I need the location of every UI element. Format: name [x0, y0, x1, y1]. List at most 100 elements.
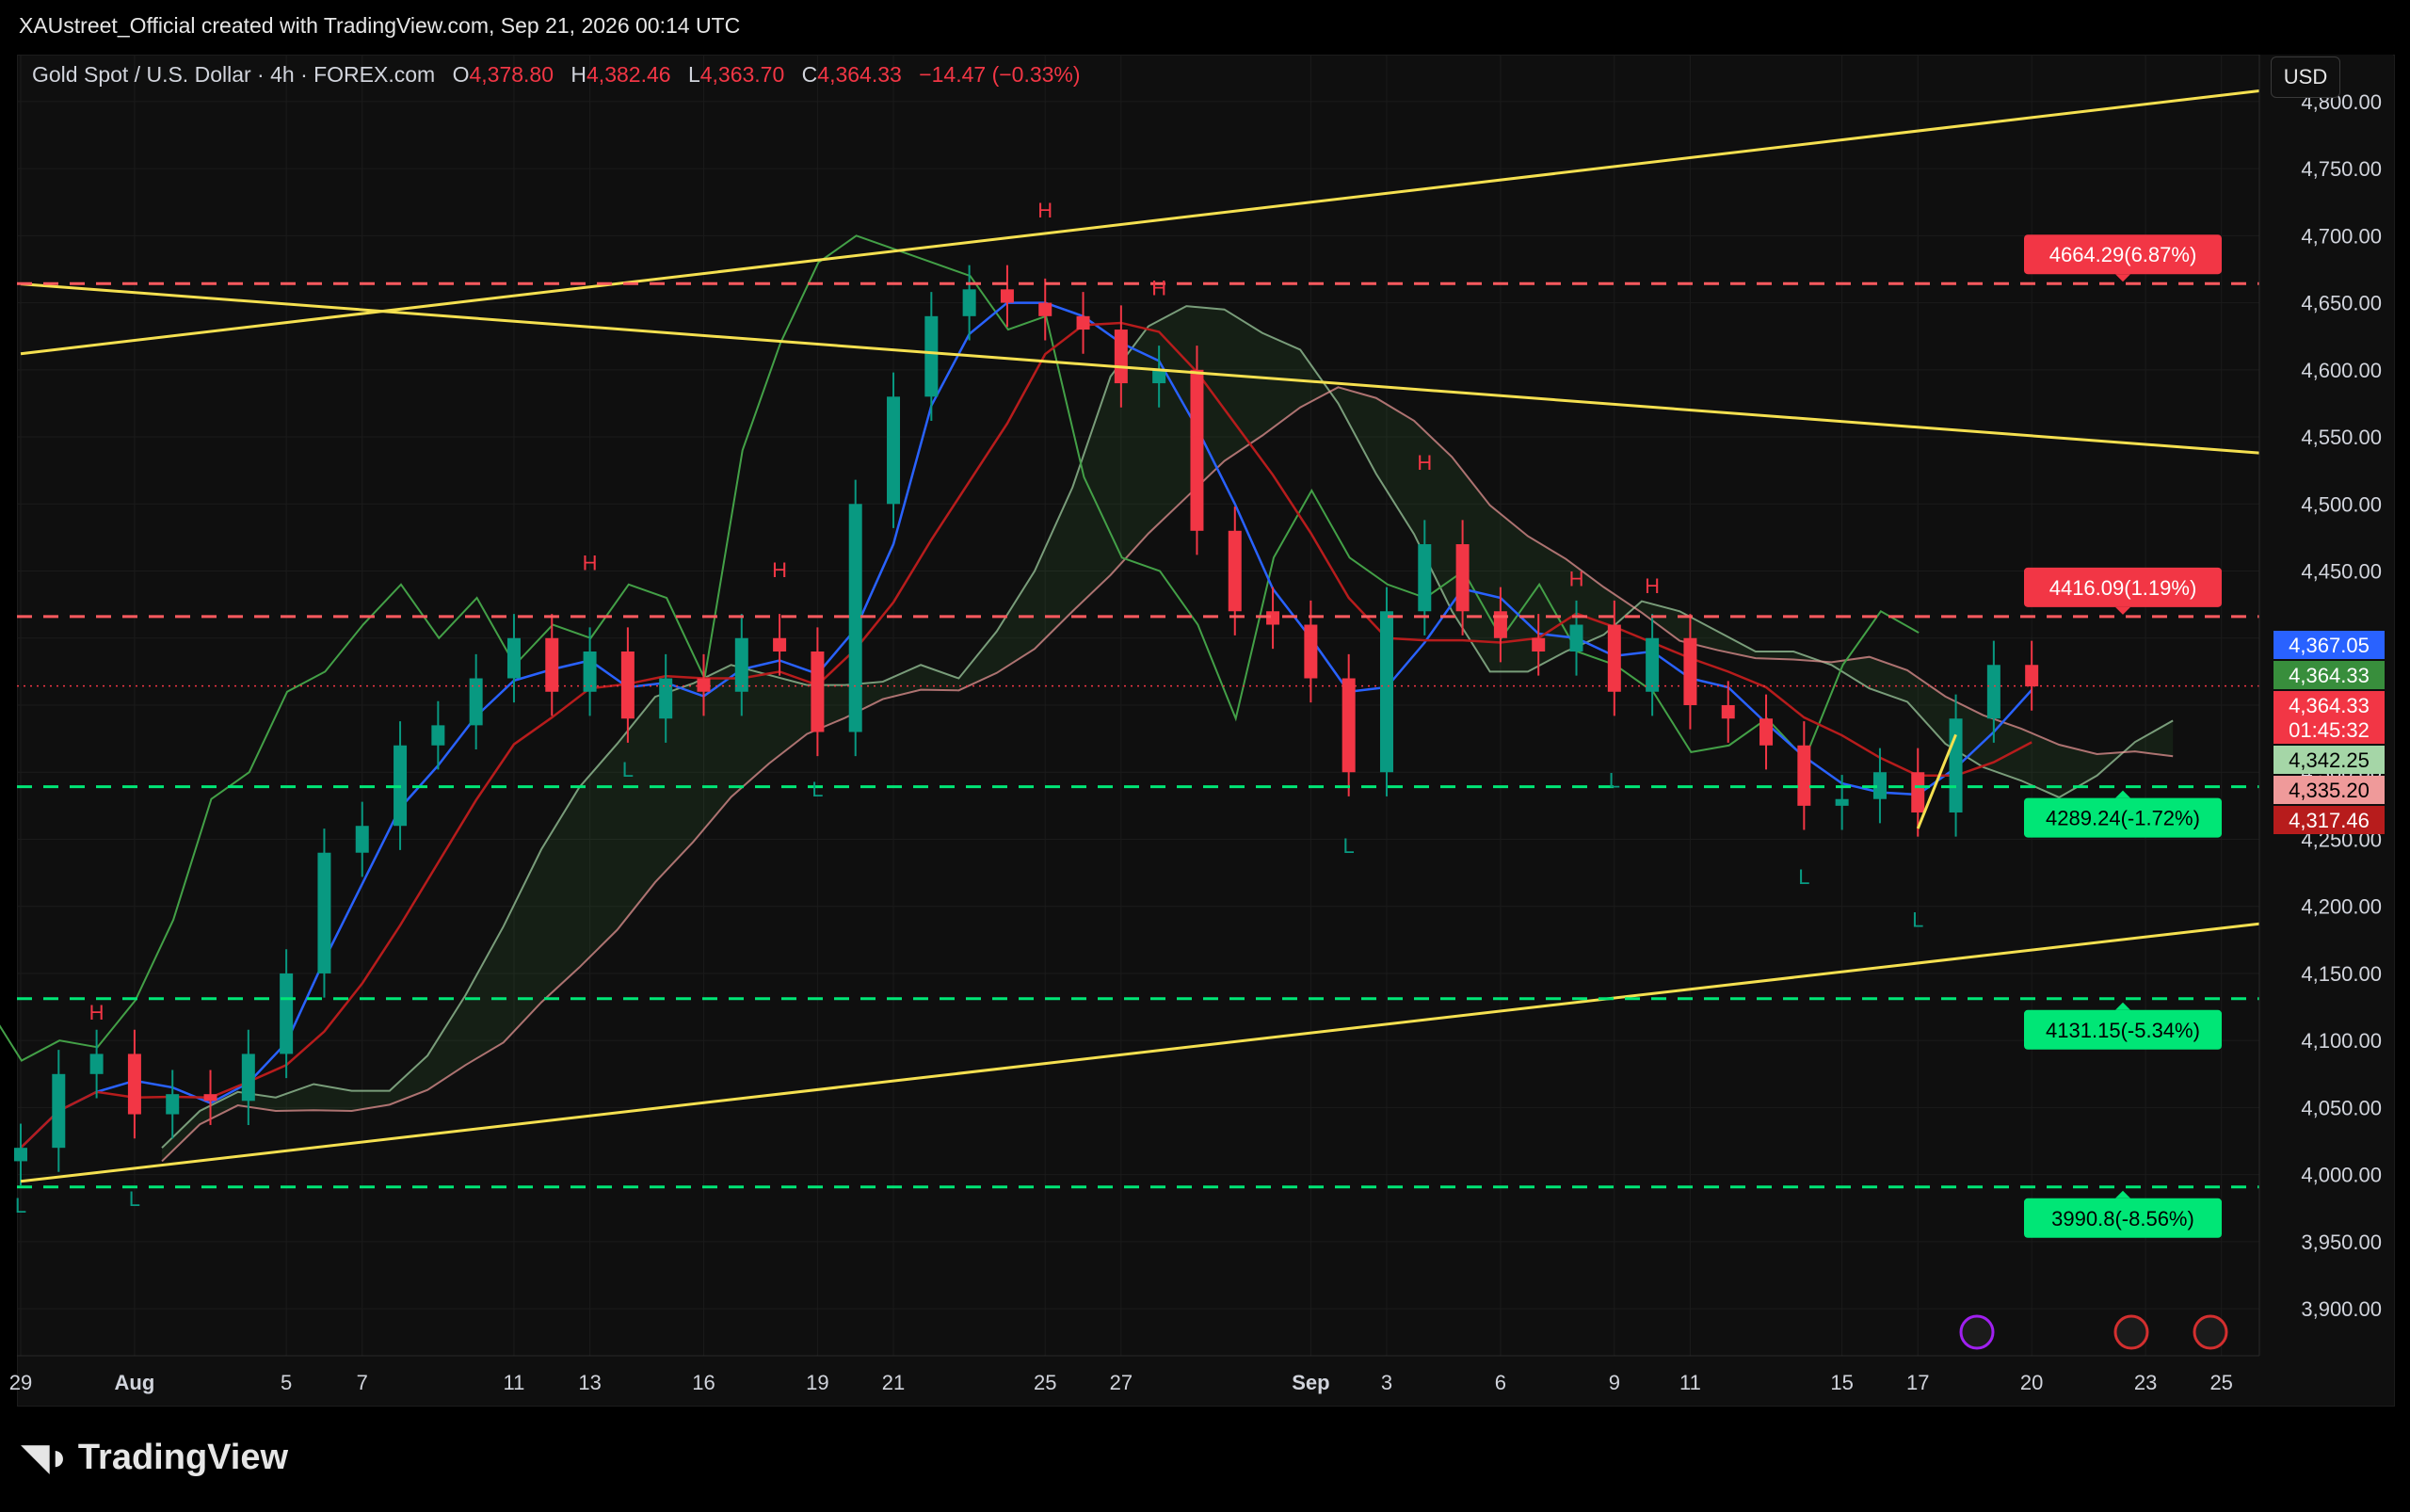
price-level-arrow — [2115, 274, 2130, 282]
candle-body — [811, 651, 825, 732]
x-tick-label: 9 — [1609, 1371, 1620, 1394]
y-tick-label: 4,100.00 — [2301, 1029, 2382, 1053]
candle-body — [1911, 772, 1925, 812]
x-tick-label: 23 — [2134, 1371, 2157, 1394]
price-level-arrow — [2115, 606, 2130, 615]
candle-body — [127, 1054, 141, 1115]
price-tag-label: 4,364.33 — [2289, 694, 2370, 717]
candle-body — [697, 678, 711, 692]
price-tag-label: 4,335.20 — [2289, 779, 2370, 802]
y-tick-label: 4,150.00 — [2301, 962, 2382, 986]
open-value: 4,378.80 — [469, 62, 554, 87]
candle-body — [1569, 624, 1583, 652]
price-tag-label: 4,342.25 — [2289, 748, 2370, 772]
candle-body — [1228, 530, 1242, 612]
y-tick-label: 4,000.00 — [2301, 1164, 2382, 1187]
change-value: −14.47 (−0.33%) — [919, 62, 1081, 87]
y-tick-label: 4,450.00 — [2301, 560, 2382, 584]
kijun-line — [20, 321, 2032, 1150]
x-tick-label: 15 — [1830, 1371, 1853, 1394]
pivot-low-marker: L — [1798, 865, 1809, 889]
price-level-label: 4664.29(6.87%) — [2049, 243, 2197, 266]
chikou-span — [0, 234, 1920, 1062]
x-tick-label: 25 — [2209, 1371, 2232, 1394]
x-tick-label: 16 — [692, 1371, 715, 1394]
y-tick-label: 3,950.00 — [2301, 1231, 2382, 1254]
close-label: C — [801, 62, 818, 87]
candle-body — [1342, 678, 1356, 773]
candle-body — [1797, 745, 1811, 806]
high-label: H — [570, 62, 587, 87]
pivot-high-marker: H — [772, 558, 787, 582]
candle-body — [431, 725, 445, 746]
x-tick-label: 11 — [1679, 1371, 1701, 1394]
x-tick-label: 29 — [9, 1371, 32, 1394]
x-tick-label: 17 — [1906, 1371, 1929, 1394]
y-tick-label: 3,900.00 — [2301, 1297, 2382, 1321]
candle-body — [1607, 624, 1621, 692]
y-tick-label: 4,500.00 — [2301, 492, 2382, 516]
brand-name: TradingView — [77, 1437, 289, 1477]
y-tick-label: 4,700.00 — [2301, 224, 2382, 248]
price-tag-label: 4,317.46 — [2289, 809, 2370, 832]
pivot-high-marker: H — [1645, 574, 1660, 598]
candle-body — [1646, 637, 1660, 692]
currency-button[interactable]: USD — [2271, 56, 2340, 98]
us-flag-event-icon — [2113, 1314, 2149, 1350]
pivot-high-marker: H — [583, 552, 598, 575]
x-tick-label: 6 — [1495, 1371, 1506, 1394]
candle-body — [1190, 369, 1204, 531]
x-tick-label: 7 — [357, 1371, 368, 1394]
candle-body — [52, 1073, 66, 1149]
x-tick-label: 13 — [578, 1371, 601, 1394]
candle-body — [89, 1054, 104, 1074]
candle-body — [1683, 637, 1697, 705]
x-tick-label: 27 — [1110, 1371, 1133, 1394]
candle-body — [734, 637, 748, 692]
candle-body — [1418, 544, 1432, 612]
pivot-low-marker: L — [1609, 768, 1620, 792]
pivot-high-marker: H — [1037, 199, 1052, 222]
tradingview-logo[interactable]: ◥◗ TradingView — [21, 1436, 288, 1479]
x-tick-label: 25 — [1034, 1371, 1056, 1394]
price-tag-label: 4,364.33 — [2289, 664, 2370, 687]
x-tick-label: Sep — [1292, 1371, 1329, 1394]
open-label: O — [452, 62, 470, 87]
candle-body — [14, 1148, 27, 1162]
pivot-low-marker: L — [1343, 834, 1355, 858]
symbol-legend: Gold Spot / U.S. Dollar · 4h · FOREX.com… — [32, 62, 1081, 88]
candle-body — [887, 396, 901, 505]
candle-body — [280, 973, 294, 1054]
tv-mark-icon: ◥◗ — [21, 1437, 71, 1478]
candle-body — [2025, 665, 2039, 687]
high-value: 4,382.46 — [586, 62, 671, 87]
price-level-arrow — [2115, 790, 2130, 798]
candle-body — [355, 826, 369, 853]
pivot-low-marker: L — [811, 778, 823, 801]
x-tick-label: 21 — [882, 1371, 905, 1394]
x-tick-label: 19 — [806, 1371, 828, 1394]
us-flag-event-icon — [2193, 1314, 2228, 1350]
candle-body — [506, 637, 521, 679]
x-tick-label: 5 — [281, 1371, 292, 1394]
candle-body — [659, 678, 673, 719]
x-tick-label: 20 — [2020, 1371, 2043, 1394]
candle-body — [1532, 637, 1546, 652]
pivot-high-marker: H — [89, 1001, 104, 1024]
candle-body — [1455, 544, 1470, 612]
candle-body — [773, 637, 787, 652]
pivot-high-marker: H — [1569, 568, 1584, 591]
price-level-label: 4131.15(-5.34%) — [2046, 1019, 2200, 1042]
candle-body — [1038, 302, 1052, 316]
candle-body — [469, 678, 483, 726]
low-value: 4,363.70 — [699, 62, 785, 87]
candle-body — [1721, 705, 1735, 719]
price-level-label: 4416.09(1.19%) — [2049, 576, 2197, 600]
countdown-label: 01:45:32 — [2289, 718, 2370, 742]
candle-body — [1304, 624, 1318, 679]
price-tag-label: 4,367.05 — [2289, 634, 2370, 657]
y-tick-label: 4,750.00 — [2301, 157, 2382, 181]
candle-body — [962, 289, 976, 316]
price-chart[interactable]: 4664.29(6.87%) 4416.09(1.19%) 4289.24(-1.7… — [0, 0, 2410, 1512]
price-level-label: 4289.24(-1.72%) — [2046, 807, 2200, 830]
